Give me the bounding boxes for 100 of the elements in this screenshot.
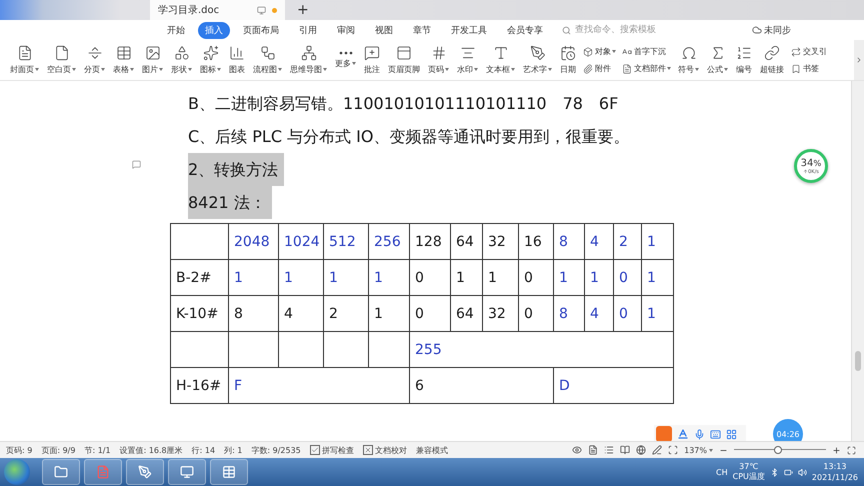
ribbon-tab[interactable]: 页面布局 (236, 22, 286, 38)
toolbar-button[interactable]: 页码 (424, 40, 453, 80)
sparkles-icon (202, 45, 218, 61)
zoom-dropdown[interactable]: 137% (684, 446, 713, 454)
toolbar-button[interactable]: 表格 (109, 40, 138, 80)
numbered-list-icon (736, 45, 752, 61)
ribbon-tab[interactable]: 审阅 (330, 22, 362, 38)
toolbar-button[interactable]: 形状 (167, 40, 196, 80)
scrollbar[interactable] (851, 81, 864, 441)
table-icon (116, 45, 132, 61)
toolbar-button[interactable]: 思维导图 (286, 40, 331, 80)
clock-time[interactable]: 13:13 (823, 461, 846, 472)
table-cell: 0 (614, 260, 642, 296)
toolbar-button[interactable]: 艺术字 (519, 40, 556, 80)
outline-icon[interactable] (604, 445, 614, 455)
cover-page-icon (16, 45, 32, 61)
status-item: 行: 14 (192, 444, 216, 456)
window-icon[interactable] (257, 6, 266, 14)
taskbar-app[interactable] (84, 459, 122, 485)
ribbon-tab[interactable]: 插入 (198, 22, 230, 38)
shapes-icon (174, 45, 190, 61)
toolbar-button[interactable]: 分页 (80, 40, 109, 80)
table-cell: 0 (410, 296, 450, 332)
microphone-icon[interactable] (694, 428, 705, 440)
table-cell: 8 (554, 224, 584, 260)
ime-toolbar[interactable] (654, 425, 746, 441)
toolbar-button[interactable]: 符号 (674, 40, 703, 80)
grid-icon[interactable] (726, 428, 737, 440)
search-field[interactable]: 查找命令、搜索模板 (573, 24, 707, 36)
taskbar-app[interactable] (126, 459, 164, 485)
toolbar-button[interactable]: 公式 (703, 40, 732, 80)
bar-chart-icon (229, 45, 245, 61)
pen-icon (138, 465, 152, 479)
document-tab[interactable]: 学习目录.doc (150, 0, 285, 20)
zoom-in-icon[interactable] (832, 446, 841, 454)
toolbar-button[interactable]: 日期 (556, 40, 580, 80)
clock-date[interactable]: 2021/11/26 (812, 472, 858, 483)
toolbar-button[interactable]: 对象 (583, 46, 616, 57)
toolbar-button[interactable]: 编号 (732, 40, 756, 80)
ribbon-tab[interactable]: 章节 (406, 22, 438, 38)
toolbar-button[interactable]: 超链接 (756, 40, 788, 80)
language-indicator[interactable]: CH (716, 468, 728, 476)
status-toggle[interactable]: 文档校对 (362, 444, 407, 456)
table-cell: 1 (450, 260, 482, 296)
toolbar-button[interactable]: 空白页 (43, 40, 80, 80)
toolbar-button[interactable]: 批注 (360, 40, 384, 80)
table-cell: 128 (410, 224, 450, 260)
ribbon-tab[interactable]: 开始 (160, 22, 192, 38)
table-cell: 4 (584, 296, 614, 332)
paragraph: 8421 法： (188, 186, 272, 219)
ribbon-tab[interactable]: 引用 (292, 22, 324, 38)
bookmark-icon (791, 64, 801, 74)
book-icon[interactable] (620, 445, 630, 455)
taskbar-app[interactable] (168, 459, 206, 485)
table-cell: 2048 (228, 224, 278, 260)
toolbar-button[interactable]: 图片 (138, 40, 167, 80)
toolbar-button[interactable]: 交叉引 (791, 46, 827, 57)
new-tab-button[interactable]: + (293, 0, 313, 20)
status-toggle[interactable]: 拼写检查 (310, 444, 354, 456)
keyboard-icon[interactable] (710, 428, 721, 440)
table-cell: 1 (584, 260, 614, 296)
toolbar-button[interactable]: 首字下沉 (622, 46, 671, 57)
slider-thumb[interactable] (774, 446, 782, 454)
fullscreen-icon[interactable] (847, 446, 856, 454)
toolbar-button[interactable]: 更多 (331, 40, 360, 80)
page-view-icon[interactable] (588, 445, 598, 455)
taskbar-app[interactable] (42, 459, 80, 485)
toolbar-button[interactable]: 图标 (196, 40, 225, 80)
ribbon-tab[interactable]: 开发工具 (444, 22, 494, 38)
tick-icon (310, 445, 320, 455)
toolbar-button[interactable]: 文本框 (482, 40, 519, 80)
battery-icon[interactable] (784, 468, 793, 476)
tab-title: 学习目录.doc (158, 4, 220, 17)
toolbar-button[interactable]: 图表 (225, 40, 249, 80)
ribbon-tab[interactable]: 视图 (368, 22, 400, 38)
volume-icon[interactable] (798, 468, 807, 476)
table-cell: 255 (410, 332, 674, 368)
flowchart-icon (260, 45, 276, 61)
sync-status[interactable]: 未同步 (764, 24, 791, 36)
toolbar-button[interactable]: 书签 (791, 63, 827, 74)
font-icon[interactable] (677, 428, 689, 440)
temperature: 37℃ (739, 462, 758, 472)
start-button[interactable] (4, 459, 30, 485)
fit-icon[interactable] (668, 445, 678, 455)
bluetooth-icon[interactable] (770, 468, 779, 476)
toolbar-button[interactable]: 封面页 (6, 40, 43, 80)
eye-icon[interactable] (572, 445, 582, 455)
pen-icon[interactable] (652, 445, 662, 455)
toolbar-button[interactable]: 文档部件 (622, 63, 671, 74)
table-cell: 1 (554, 260, 584, 296)
globe-icon[interactable] (636, 445, 646, 455)
ribbon-tab[interactable]: 会员专享 (500, 22, 550, 38)
table-cell: 2 (324, 296, 368, 332)
toolbar-button[interactable]: 流程图 (249, 40, 286, 80)
taskbar-app[interactable] (210, 459, 248, 485)
toolbar-button[interactable]: 页眉页脚 (384, 40, 424, 80)
drop-cap-icon (622, 46, 632, 56)
toolbar-button[interactable]: 附件 (583, 63, 616, 74)
toolbar-button[interactable]: 水印 (453, 40, 482, 80)
status-item: 页面: 9/9 (41, 444, 76, 456)
